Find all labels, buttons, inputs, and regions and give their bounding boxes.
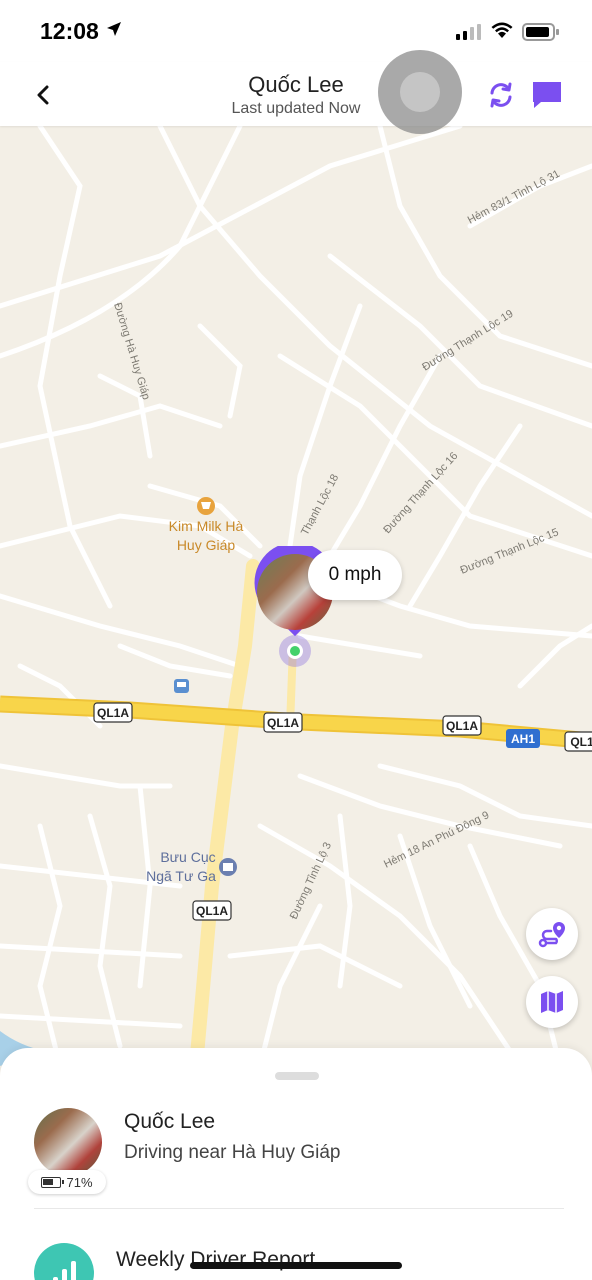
divider bbox=[34, 1208, 564, 1209]
map-icon bbox=[541, 991, 563, 1013]
highway-shield: QL1A bbox=[442, 715, 482, 736]
refresh-button[interactable] bbox=[484, 78, 518, 112]
member-bottom-sheet[interactable]: 71% Quốc Lee Driving near Hà Huy Giáp We… bbox=[0, 1048, 592, 1280]
route-pin-icon bbox=[538, 922, 565, 948]
svg-text:QL1: QL1 bbox=[570, 735, 592, 749]
wifi-icon bbox=[491, 22, 513, 38]
touch-indicator bbox=[378, 50, 462, 134]
speed-badge: 0 mph bbox=[308, 550, 402, 600]
svg-text:QL1A: QL1A bbox=[267, 716, 299, 730]
avatar[interactable] bbox=[34, 1108, 102, 1176]
svg-text:QL1A: QL1A bbox=[196, 904, 228, 918]
svg-text:Ngã Tư Ga: Ngã Tư Ga bbox=[146, 868, 216, 884]
chat-icon bbox=[533, 82, 561, 108]
report-chart-icon[interactable] bbox=[34, 1243, 94, 1280]
chat-button[interactable] bbox=[530, 78, 564, 112]
svg-text:QL1A: QL1A bbox=[97, 706, 129, 720]
highway-shield: QL1A bbox=[263, 712, 303, 733]
status-time: 12:08 bbox=[40, 18, 99, 44]
battery-badge: 71% bbox=[28, 1170, 106, 1194]
battery-icon bbox=[522, 23, 559, 41]
sheet-grabber[interactable] bbox=[275, 1072, 319, 1080]
member-status: Driving near Hà Huy Giáp bbox=[124, 1142, 341, 1163]
current-location-dot bbox=[279, 635, 311, 667]
battery-level: 71% bbox=[66, 1174, 93, 1190]
svg-text:Huy Giáp: Huy Giáp bbox=[177, 537, 236, 553]
battery-icon bbox=[41, 1176, 65, 1188]
signal-icon bbox=[456, 24, 481, 40]
route-button[interactable] bbox=[526, 908, 578, 960]
svg-text:Kim Milk Hà: Kim Milk Hà bbox=[169, 518, 244, 534]
refresh-icon bbox=[490, 82, 512, 108]
location-arrow-icon bbox=[107, 22, 121, 36]
bus-stop-icon[interactable] bbox=[174, 679, 189, 693]
svg-text:QL1A: QL1A bbox=[446, 719, 478, 733]
highway-shield: QL1 bbox=[564, 731, 592, 752]
map-type-button[interactable] bbox=[526, 976, 578, 1028]
highway-shield: QL1A bbox=[192, 900, 232, 921]
highway-shield: QL1A bbox=[93, 702, 133, 723]
home-indicator[interactable] bbox=[190, 1262, 402, 1269]
top-nav-bar: Quốc Lee Last updated Now bbox=[0, 62, 592, 126]
svg-text:AH1: AH1 bbox=[511, 732, 535, 746]
status-bar: 12:08 bbox=[0, 0, 592, 62]
highway-shield: AH1 bbox=[506, 729, 540, 748]
svg-text:Bưu Cục: Bưu Cục bbox=[160, 849, 215, 865]
member-name[interactable]: Quốc Lee bbox=[124, 1110, 215, 1134]
